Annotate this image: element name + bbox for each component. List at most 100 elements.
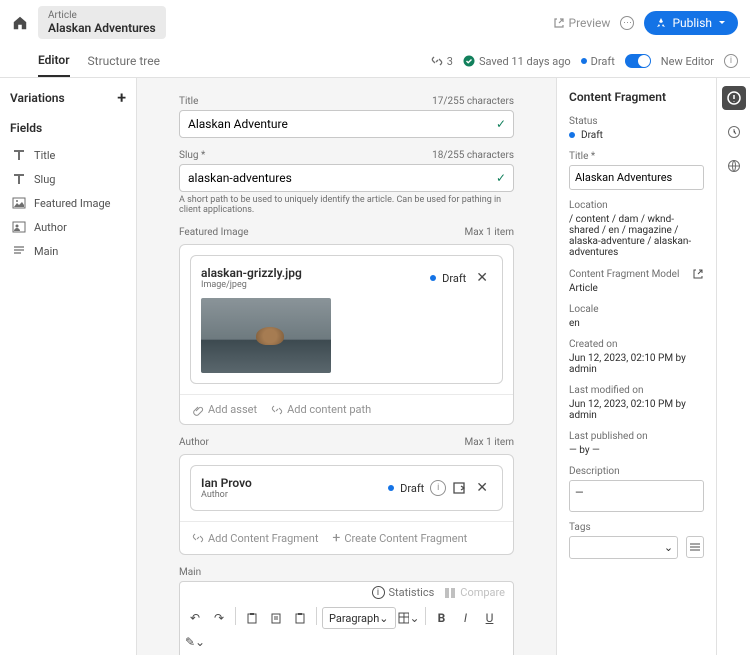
rail-history-icon[interactable] xyxy=(722,120,746,144)
link-icon xyxy=(271,404,283,416)
location-label: Location xyxy=(569,200,704,211)
italic-button[interactable]: I xyxy=(455,607,477,629)
table-button[interactable]: ⌄ xyxy=(398,607,420,629)
field-item-author[interactable]: Author xyxy=(10,215,126,239)
paperclip-icon xyxy=(192,404,204,416)
locale-label: Locale xyxy=(569,304,704,315)
tags-browse-button[interactable] xyxy=(686,536,704,558)
breadcrumb: Article Alaskan Adventures xyxy=(38,6,166,39)
home-icon[interactable] xyxy=(12,15,28,31)
text-icon xyxy=(12,172,26,186)
modified-value: Jun 12, 2023, 02:10 PM by admin xyxy=(569,399,704,421)
published-label: Last published on xyxy=(569,431,704,442)
bold-button[interactable]: B xyxy=(431,607,453,629)
featured-image-label: Featured Image xyxy=(179,227,249,238)
open-icon[interactable] xyxy=(452,481,466,495)
rail-globe-icon[interactable] xyxy=(722,154,746,178)
modified-label: Last modified on xyxy=(569,385,704,396)
links-indicator[interactable]: 3 xyxy=(431,55,453,68)
description-input[interactable]: — xyxy=(569,480,704,512)
published-value: — by — xyxy=(569,445,704,456)
open-model-icon[interactable] xyxy=(692,268,704,280)
featured-image-card: alaskan-grizzly.jpg Image/jpeg Draft ✕ A… xyxy=(179,244,514,425)
add-content-path-button[interactable]: Add content path xyxy=(271,403,371,416)
main-label: Main xyxy=(179,567,201,578)
author-meta: Max 1 item xyxy=(465,437,515,448)
author-name: Ian Provo xyxy=(201,476,252,490)
slug-input[interactable] xyxy=(179,164,514,192)
rp-title-label: Title * xyxy=(569,151,704,162)
image-preview xyxy=(201,298,331,373)
created-label: Created on xyxy=(569,339,704,350)
breadcrumb-type: Article xyxy=(48,10,156,21)
slug-meta: 18/255 characters xyxy=(432,150,514,161)
remove-image-button[interactable]: ✕ xyxy=(472,270,492,286)
paste-word-button[interactable] xyxy=(289,607,311,629)
format-select[interactable]: Paragraph⌄ xyxy=(322,607,396,629)
slug-label: Slug * xyxy=(179,150,205,161)
statistics-button[interactable]: iStatistics xyxy=(372,586,435,599)
check-icon: ✓ xyxy=(496,117,506,131)
chevron-down-icon xyxy=(718,19,726,27)
compare-button: Compare xyxy=(444,586,505,599)
new-editor-label: New Editor xyxy=(661,55,714,68)
draft-status: Draft xyxy=(581,55,615,68)
columns-icon xyxy=(444,587,456,599)
author-label: Author xyxy=(179,437,209,448)
breadcrumb-title: Alaskan Adventures xyxy=(48,21,156,35)
external-link-icon xyxy=(553,17,565,29)
title-input[interactable] xyxy=(179,110,514,138)
author-info-icon[interactable]: i xyxy=(430,480,446,496)
create-cf-button[interactable]: +Create Content Fragment xyxy=(332,530,467,546)
remove-author-button[interactable]: ✕ xyxy=(472,480,492,496)
created-value: Jun 12, 2023, 02:10 PM by admin xyxy=(569,353,704,375)
help-icon[interactable]: ⋯ xyxy=(620,16,634,30)
model-value: Article xyxy=(569,283,704,294)
color-button[interactable]: ✎⌄ xyxy=(184,631,206,653)
link-icon xyxy=(431,55,443,67)
check-icon: ✓ xyxy=(496,171,506,185)
field-item-featured-image[interactable]: Featured Image xyxy=(10,191,126,215)
image-mimetype: Image/jpeg xyxy=(201,280,302,290)
add-variation-button[interactable]: + xyxy=(117,88,126,107)
saved-status: Saved 11 days ago xyxy=(463,55,571,68)
featured-image-meta: Max 1 item xyxy=(465,227,515,238)
rte-toolbar: ↶ ↷ Paragraph⌄ ⌄ B I U ✎⌄ xyxy=(180,603,513,655)
add-cf-button[interactable]: Add Content Fragment xyxy=(192,530,318,546)
undo-button[interactable]: ↶ xyxy=(184,607,206,629)
location-value: / content / dam / wknd-shared / en / mag… xyxy=(569,214,704,258)
image-status: Draft xyxy=(442,272,466,285)
preview-button[interactable]: Preview xyxy=(553,16,611,30)
tab-editor[interactable]: Editor xyxy=(38,45,70,77)
field-item-title[interactable]: Title xyxy=(10,143,126,167)
locale-value: en xyxy=(569,318,704,329)
title-meta: 17/255 characters xyxy=(432,96,514,107)
tags-label: Tags xyxy=(569,522,704,533)
author-card: Ian Provo Author Draft i ✕ Add Content F… xyxy=(179,454,514,555)
rte-editor: iStatistics Compare ↶ ↷ Paragraph⌄ ⌄ B I xyxy=(179,581,514,655)
status-label: Status xyxy=(569,116,704,127)
underline-button[interactable]: U xyxy=(479,607,501,629)
tags-select[interactable]: ⌄ xyxy=(569,536,678,559)
publish-button[interactable]: Publish xyxy=(644,11,738,35)
fields-heading: Fields xyxy=(10,121,126,135)
rocket-icon xyxy=(656,18,666,28)
rp-title-input[interactable] xyxy=(569,165,704,190)
image-filename: alaskan-grizzly.jpg xyxy=(201,266,302,280)
tab-structure[interactable]: Structure tree xyxy=(88,46,160,76)
field-item-slug[interactable]: Slug xyxy=(10,167,126,191)
redo-button[interactable]: ↷ xyxy=(208,607,230,629)
status-value: Draft xyxy=(569,130,704,141)
field-item-main[interactable]: Main xyxy=(10,239,126,263)
new-editor-toggle[interactable] xyxy=(625,54,651,68)
author-role: Author xyxy=(201,490,252,500)
author-status: Draft xyxy=(400,482,424,495)
rail-properties-icon[interactable] xyxy=(722,86,746,110)
add-asset-button[interactable]: Add asset xyxy=(192,403,257,416)
paste-text-button[interactable] xyxy=(265,607,287,629)
slug-hint: A short path to be used to uniquely iden… xyxy=(179,195,514,215)
link-icon xyxy=(192,532,204,544)
paste-button[interactable] xyxy=(241,607,263,629)
author-icon xyxy=(12,220,26,234)
info-icon[interactable]: i xyxy=(724,54,738,68)
